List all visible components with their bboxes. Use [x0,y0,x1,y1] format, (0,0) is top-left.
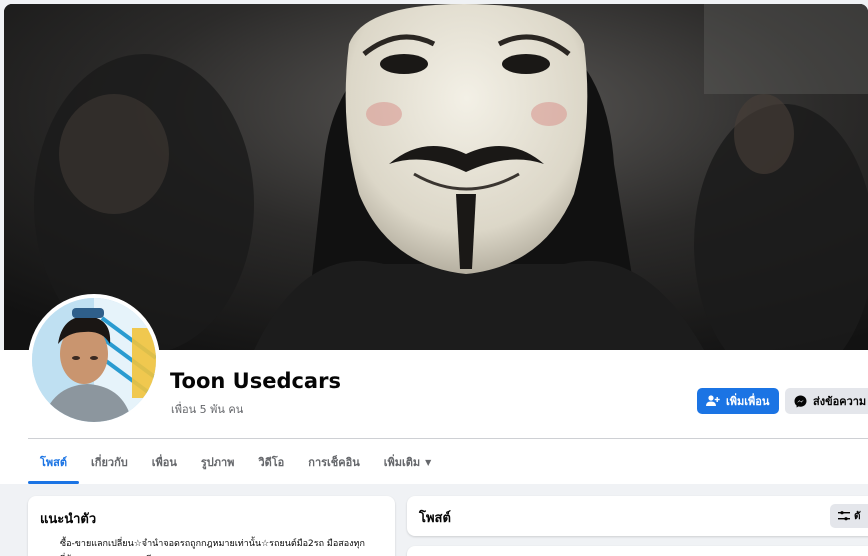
add-friend-button[interactable]: เพิ่มเพื่อน [697,388,779,414]
tab-label: วิดีโอ [258,456,285,469]
cover-image [4,4,868,350]
caret-down-icon: ▼ [425,457,432,467]
messenger-icon [794,395,807,407]
intro-card: แนะนำตัว ซื้อ-ขายแลกเปลี่ยน☆จำนำจอดรถถูก… [28,496,395,556]
header-divider [28,438,868,439]
tab-label: เพิ่มเติม [383,456,421,469]
profile-name: Toon Usedcars [170,369,341,393]
posts-header-card: โพสต์ ตั [407,496,868,536]
cover-photo[interactable] [4,4,868,350]
post-composer-card [407,546,868,556]
person-plus-icon [706,395,720,406]
tab-posts[interactable]: โพสต์ [28,440,80,484]
message-label: ส่งข้อความ [813,395,867,408]
tab-more[interactable]: เพิ่มเติม ▼ [372,440,444,484]
profile-tabs: โพสต์ เกี่ยวกับ เพื่อน รูปภาพ วิดีโอ การ… [28,440,443,484]
avatar-image [32,298,156,422]
tab-friends[interactable]: เพื่อน [140,440,189,484]
tab-label: โพสต์ [40,456,68,469]
profile-avatar[interactable] [28,294,160,426]
tab-label: การเช็คอิน [308,456,360,469]
filter-label: ตั [854,510,861,522]
tab-about[interactable]: เกี่ยวกับ [79,440,140,484]
tab-checkins[interactable]: การเช็คอิน [296,440,371,484]
posts-title: โพสต์ [419,511,451,526]
add-friend-label: เพิ่มเพื่อน [726,395,770,408]
message-button[interactable]: ส่งข้อความ [785,388,868,414]
filter-icon [838,511,850,521]
intro-bio: ซื้อ-ขายแลกเปลี่ยน☆จำนำจอดรถถูกกฎหมายเท่… [60,539,365,556]
tab-photos[interactable]: รูปภาพ [189,440,247,484]
tab-videos[interactable]: วิดีโอ [246,440,296,484]
tab-label: รูปภาพ [200,456,235,469]
tab-label: เพื่อน [151,456,177,469]
friends-count[interactable]: เพื่อน 5 พัน คน [171,400,243,418]
tab-label: เกี่ยวกับ [91,456,128,469]
intro-title: แนะนำตัว [40,512,97,527]
filter-button[interactable]: ตั [830,504,868,528]
profile-page: Toon Usedcars เพื่อน 5 พัน คน เพิ่มเพื่อ… [0,0,868,556]
